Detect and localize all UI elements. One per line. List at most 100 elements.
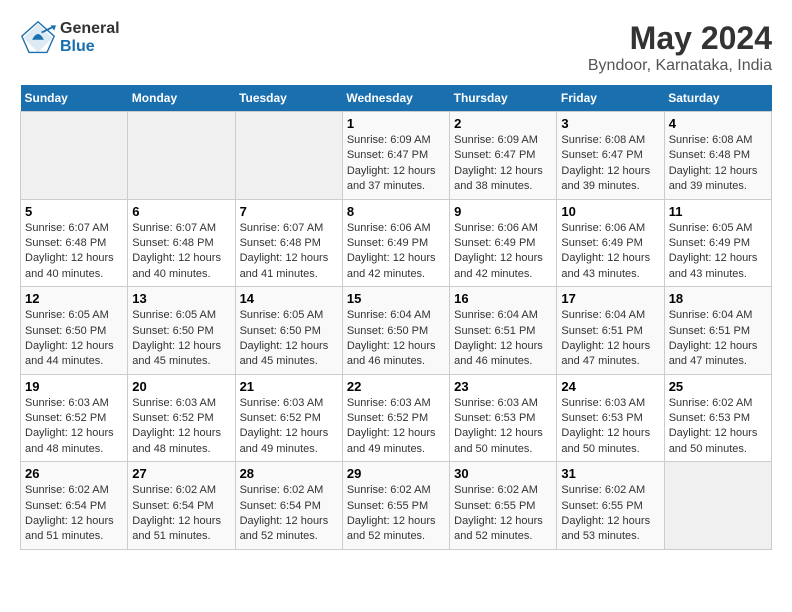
calendar-cell: 18Sunrise: 6:04 AMSunset: 6:51 PMDayligh… bbox=[664, 287, 771, 375]
weekday-header: Thursday bbox=[450, 85, 557, 112]
day-number: 2 bbox=[454, 116, 552, 131]
calendar-cell: 12 Sunrise: 6:05 AMSunset: 6:50 PMDayligh… bbox=[21, 287, 128, 375]
calendar-cell: 28 Sunrise: 6:02 AMSunset: 6:54 PMDayligh… bbox=[235, 462, 342, 550]
day-number: 23 bbox=[454, 379, 552, 394]
day-number: 19 bbox=[25, 379, 123, 394]
calendar-week-row: 1 Sunrise: 6:09 AMSunset: 6:47 PMDaylight… bbox=[21, 112, 772, 200]
day-number: 13 bbox=[132, 291, 230, 306]
weekday-header: Friday bbox=[557, 85, 664, 112]
day-info: Sunrise: 6:03 AMSunset: 6:53 PMDaylight:… bbox=[454, 396, 552, 458]
day-number: 21 bbox=[240, 379, 338, 394]
logo: General Blue bbox=[20, 20, 120, 56]
day-number: 6 bbox=[132, 204, 230, 219]
day-info: Sunrise: 6:07 AMSunset: 6:48 PMDaylight:… bbox=[25, 221, 123, 283]
calendar-cell: 1 Sunrise: 6:09 AMSunset: 6:47 PMDaylight… bbox=[342, 112, 449, 200]
calendar-week-row: 19 Sunrise: 6:03 AMSunset: 6:52 PMDayligh… bbox=[21, 374, 772, 462]
calendar-week-row: 26Sunrise: 6:02 AMSunset: 6:54 PMDayligh… bbox=[21, 462, 772, 550]
calendar-cell: 30 Sunrise: 6:02 AMSunset: 6:55 PMDayligh… bbox=[450, 462, 557, 550]
day-number: 9 bbox=[454, 204, 552, 219]
day-number: 14 bbox=[240, 291, 338, 306]
day-number: 28 bbox=[240, 466, 338, 481]
day-info: Sunrise: 6:04 AMSunset: 6:51 PMDaylight:… bbox=[561, 308, 659, 370]
day-number: 11 bbox=[669, 204, 767, 219]
weekday-header: Saturday bbox=[664, 85, 771, 112]
day-number: 12 bbox=[25, 291, 123, 306]
day-number: 15 bbox=[347, 291, 445, 306]
calendar-cell: 19 Sunrise: 6:03 AMSunset: 6:52 PMDayligh… bbox=[21, 374, 128, 462]
calendar-cell: 21Sunrise: 6:03 AMSunset: 6:52 PMDayligh… bbox=[235, 374, 342, 462]
calendar-cell: 8 Sunrise: 6:06 AMSunset: 6:49 PMDaylight… bbox=[342, 199, 449, 287]
calendar-cell: 9 Sunrise: 6:06 AMSunset: 6:49 PMDaylight… bbox=[450, 199, 557, 287]
calendar-cell bbox=[128, 112, 235, 200]
calendar-cell: 25 Sunrise: 6:02 AMSunset: 6:53 PMDayligh… bbox=[664, 374, 771, 462]
title-block: May 2024 Byndoor, Karnataka, India bbox=[588, 20, 772, 75]
day-info: Sunrise: 6:06 AMSunset: 6:49 PMDaylight:… bbox=[347, 221, 445, 283]
calendar-cell bbox=[235, 112, 342, 200]
day-info: Sunrise: 6:05 AMSunset: 6:50 PMDaylight:… bbox=[25, 308, 123, 370]
calendar-cell: 6Sunrise: 6:07 AMSunset: 6:48 PMDaylight… bbox=[128, 199, 235, 287]
calendar-cell: 2 Sunrise: 6:09 AMSunset: 6:47 PMDaylight… bbox=[450, 112, 557, 200]
page-header: General Blue May 2024 Byndoor, Karnataka… bbox=[20, 20, 772, 75]
calendar-cell bbox=[664, 462, 771, 550]
day-number: 20 bbox=[132, 379, 230, 394]
day-number: 8 bbox=[347, 204, 445, 219]
day-number: 1 bbox=[347, 116, 445, 131]
day-info: Sunrise: 6:06 AMSunset: 6:49 PMDaylight:… bbox=[454, 221, 552, 283]
calendar-cell: 22Sunrise: 6:03 AMSunset: 6:52 PMDayligh… bbox=[342, 374, 449, 462]
calendar-cell: 3 Sunrise: 6:08 AMSunset: 6:47 PMDaylight… bbox=[557, 112, 664, 200]
day-number: 25 bbox=[669, 379, 767, 394]
main-title: May 2024 bbox=[588, 20, 772, 57]
day-info: Sunrise: 6:04 AMSunset: 6:51 PMDaylight:… bbox=[454, 308, 552, 370]
calendar-cell: 31Sunrise: 6:02 AMSunset: 6:55 PMDayligh… bbox=[557, 462, 664, 550]
day-number: 31 bbox=[561, 466, 659, 481]
day-info: Sunrise: 6:03 AMSunset: 6:52 PMDaylight:… bbox=[132, 396, 230, 458]
subtitle: Byndoor, Karnataka, India bbox=[588, 57, 772, 75]
calendar-cell: 24 Sunrise: 6:03 AMSunset: 6:53 PMDayligh… bbox=[557, 374, 664, 462]
calendar-table: SundayMondayTuesdayWednesdayThursdayFrid… bbox=[20, 85, 772, 550]
day-info: Sunrise: 6:02 AMSunset: 6:55 PMDaylight:… bbox=[454, 483, 552, 545]
day-info: Sunrise: 6:02 AMSunset: 6:54 PMDaylight:… bbox=[25, 483, 123, 545]
day-number: 17 bbox=[561, 291, 659, 306]
calendar-cell: 10 Sunrise: 6:06 AMSunset: 6:49 PMDayligh… bbox=[557, 199, 664, 287]
calendar-cell: 16 Sunrise: 6:04 AMSunset: 6:51 PMDayligh… bbox=[450, 287, 557, 375]
calendar-cell: 15 Sunrise: 6:04 AMSunset: 6:50 PMDayligh… bbox=[342, 287, 449, 375]
calendar-cell: 29 Sunrise: 6:02 AMSunset: 6:55 PMDayligh… bbox=[342, 462, 449, 550]
weekday-header: Wednesday bbox=[342, 85, 449, 112]
day-info: Sunrise: 6:08 AMSunset: 6:47 PMDaylight:… bbox=[561, 133, 659, 195]
day-info: Sunrise: 6:03 AMSunset: 6:53 PMDaylight:… bbox=[561, 396, 659, 458]
day-number: 7 bbox=[240, 204, 338, 219]
day-info: Sunrise: 6:02 AMSunset: 6:53 PMDaylight:… bbox=[669, 396, 767, 458]
day-number: 5 bbox=[25, 204, 123, 219]
logo-icon bbox=[20, 20, 56, 56]
day-info: Sunrise: 6:05 AMSunset: 6:50 PMDaylight:… bbox=[132, 308, 230, 370]
day-number: 16 bbox=[454, 291, 552, 306]
day-info: Sunrise: 6:02 AMSunset: 6:55 PMDaylight:… bbox=[347, 483, 445, 545]
calendar-cell: 27Sunrise: 6:02 AMSunset: 6:54 PMDayligh… bbox=[128, 462, 235, 550]
day-number: 3 bbox=[561, 116, 659, 131]
calendar-cell: 5 Sunrise: 6:07 AMSunset: 6:48 PMDaylight… bbox=[21, 199, 128, 287]
day-info: Sunrise: 6:06 AMSunset: 6:49 PMDaylight:… bbox=[561, 221, 659, 283]
day-number: 4 bbox=[669, 116, 767, 131]
weekday-header: Monday bbox=[128, 85, 235, 112]
day-number: 29 bbox=[347, 466, 445, 481]
day-info: Sunrise: 6:07 AMSunset: 6:48 PMDaylight:… bbox=[240, 221, 338, 283]
day-info: Sunrise: 6:05 AMSunset: 6:49 PMDaylight:… bbox=[669, 221, 767, 283]
weekday-header: Sunday bbox=[21, 85, 128, 112]
day-number: 24 bbox=[561, 379, 659, 394]
day-number: 10 bbox=[561, 204, 659, 219]
day-info: Sunrise: 6:04 AMSunset: 6:50 PMDaylight:… bbox=[347, 308, 445, 370]
day-info: Sunrise: 6:04 AMSunset: 6:51 PMDaylight:… bbox=[669, 308, 767, 370]
day-info: Sunrise: 6:03 AMSunset: 6:52 PMDaylight:… bbox=[25, 396, 123, 458]
day-info: Sunrise: 6:05 AMSunset: 6:50 PMDaylight:… bbox=[240, 308, 338, 370]
calendar-cell: 14 Sunrise: 6:05 AMSunset: 6:50 PMDayligh… bbox=[235, 287, 342, 375]
day-number: 22 bbox=[347, 379, 445, 394]
day-info: Sunrise: 6:09 AMSunset: 6:47 PMDaylight:… bbox=[347, 133, 445, 195]
day-number: 30 bbox=[454, 466, 552, 481]
calendar-cell: 13 Sunrise: 6:05 AMSunset: 6:50 PMDayligh… bbox=[128, 287, 235, 375]
calendar-week-row: 5 Sunrise: 6:07 AMSunset: 6:48 PMDaylight… bbox=[21, 199, 772, 287]
calendar-cell: 7 Sunrise: 6:07 AMSunset: 6:48 PMDaylight… bbox=[235, 199, 342, 287]
day-info: Sunrise: 6:02 AMSunset: 6:54 PMDaylight:… bbox=[240, 483, 338, 545]
day-info: Sunrise: 6:08 AMSunset: 6:48 PMDaylight:… bbox=[669, 133, 767, 195]
calendar-cell: 23 Sunrise: 6:03 AMSunset: 6:53 PMDayligh… bbox=[450, 374, 557, 462]
day-info: Sunrise: 6:09 AMSunset: 6:47 PMDaylight:… bbox=[454, 133, 552, 195]
